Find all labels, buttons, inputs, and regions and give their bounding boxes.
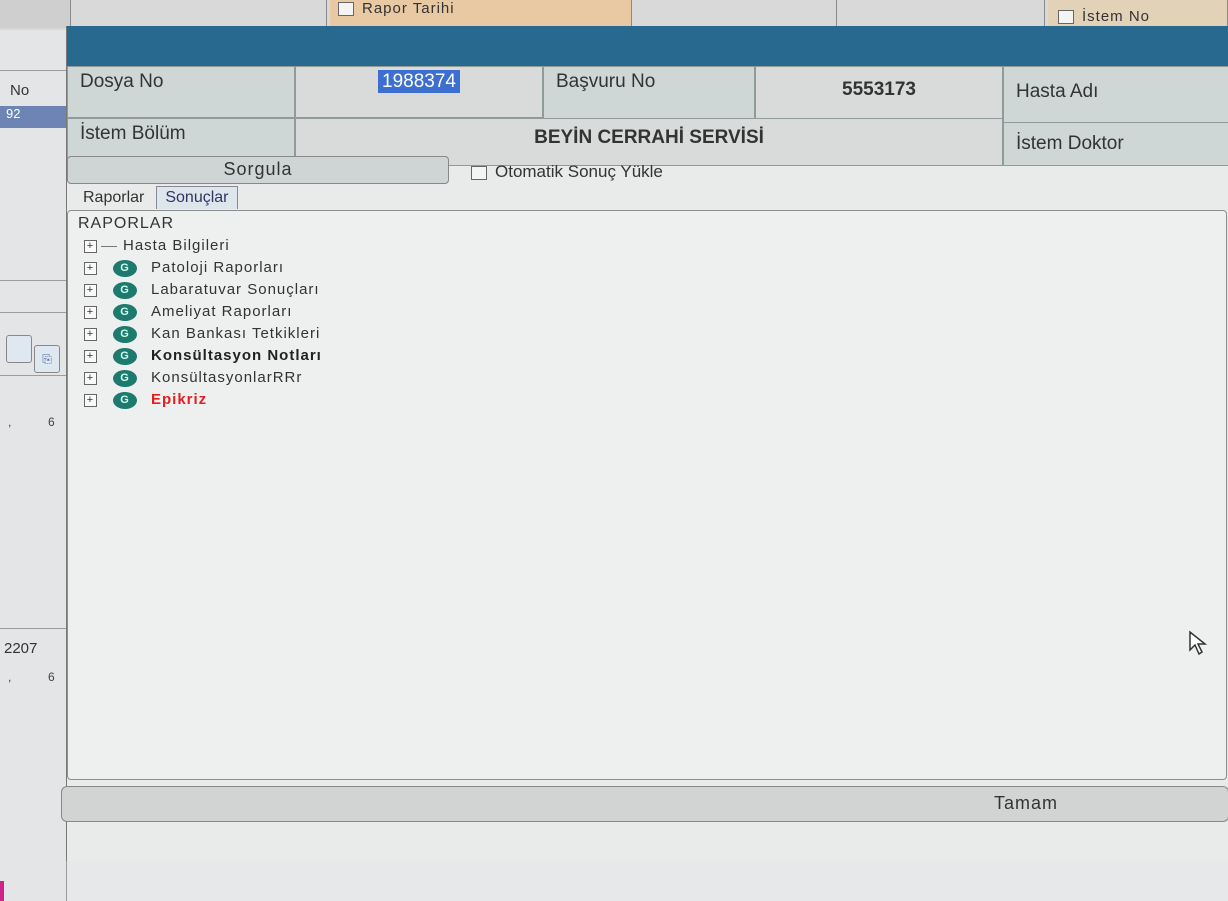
tick-value: 6 xyxy=(48,415,55,429)
left-toolbar: ⎘ xyxy=(6,335,62,373)
tree-root-label: RAPORLAR xyxy=(78,215,175,232)
divider xyxy=(0,628,66,629)
toolbar-button[interactable] xyxy=(6,335,32,363)
tamam-button[interactable]: Tamam xyxy=(994,793,1058,814)
report-dialog: Dosya No 1988374 Başvuru No 5553173 Hast… xyxy=(61,26,1228,861)
g-circle-icon: G xyxy=(113,303,137,321)
mouse-cursor-icon xyxy=(1189,630,1208,656)
tree-item-kan-bankasi[interactable]: + G Kan Bankası Tetkikleri xyxy=(84,325,320,345)
auto-load-label: Otomatik Sonuç Yükle xyxy=(495,162,663,181)
tick-value: 6 xyxy=(48,670,55,684)
dialog-footer: Tamam xyxy=(61,786,1228,822)
header-cell-rapor-tarihi[interactable]: Rapor Tarihi xyxy=(330,0,632,28)
expand-icon[interactable]: + xyxy=(84,349,97,363)
header-cell-blank xyxy=(636,0,837,28)
hasta-adi-label: Hasta Adı xyxy=(1003,66,1228,124)
expand-icon[interactable]: + xyxy=(84,327,97,341)
tree-item-konsultasyon-notlari[interactable]: + G Konsültasyon Notları xyxy=(84,347,322,367)
expand-icon[interactable]: + xyxy=(84,239,97,253)
tree-connector xyxy=(101,245,117,247)
copy-icon[interactable]: ⎘ xyxy=(34,345,60,373)
report-tree: RAPORLAR + Hasta Bilgileri + G Patoloji Rap… xyxy=(67,210,1227,780)
expand-icon[interactable]: + xyxy=(84,393,97,407)
background-left-column: No 92 ⎘ , 6 2207 , 6 xyxy=(0,30,67,901)
g-circle-icon: G xyxy=(113,281,137,299)
expand-icon[interactable]: + xyxy=(84,305,97,319)
divider xyxy=(0,70,66,71)
divider xyxy=(0,312,66,313)
g-circle-icon: G xyxy=(113,369,137,387)
tab-bar: Raporlar Sonuçlar xyxy=(75,186,242,212)
tree-item-konsultasyonlar[interactable]: + G KonsültasyonlarRRr xyxy=(84,369,302,389)
sorgula-button[interactable]: Sorgula xyxy=(67,156,449,184)
dialog-titlebar[interactable] xyxy=(67,26,1228,66)
dialog-toolbar: Sorgula Otomatik Sonuç Yükle xyxy=(67,156,1228,184)
dosya-no-selected-text: 1988374 xyxy=(378,70,460,93)
header-cell-blank xyxy=(0,0,71,28)
tab-raporlar[interactable]: Raporlar xyxy=(75,187,152,209)
g-circle-icon: G xyxy=(113,347,137,365)
column-header-no: No xyxy=(10,82,30,99)
g-circle-icon: G xyxy=(113,259,137,277)
tick-mark: , xyxy=(8,670,12,684)
expand-icon[interactable]: + xyxy=(84,283,97,297)
checkbox-icon[interactable] xyxy=(1058,10,1074,25)
checkbox-icon[interactable] xyxy=(338,2,354,17)
expand-icon[interactable]: + xyxy=(84,261,97,275)
dosya-no-label: Dosya No xyxy=(67,66,295,118)
checkbox-icon[interactable] xyxy=(471,165,487,180)
tree-item-patoloji[interactable]: + G Patoloji Raporları xyxy=(84,259,284,279)
tree-item-epikriz[interactable]: + G Epikriz xyxy=(84,391,207,411)
divider xyxy=(0,375,66,376)
auto-load-option[interactable]: Otomatik Sonuç Yükle xyxy=(471,162,663,182)
tree-item-labaratuvar[interactable]: + G Labaratuvar Sonuçları xyxy=(84,281,320,301)
divider xyxy=(0,280,66,281)
patient-info-table: Dosya No 1988374 Başvuru No 5553173 Hast… xyxy=(67,66,1228,169)
screen-edge-artifact xyxy=(0,881,4,901)
row-number: 2207 xyxy=(4,640,38,657)
tab-sonuclar[interactable]: Sonuçlar xyxy=(156,186,238,209)
table-row-selected[interactable]: 92 xyxy=(0,106,66,128)
header-cell-blank xyxy=(840,0,1045,28)
tree-item-ameliyat[interactable]: + G Ameliyat Raporları xyxy=(84,303,292,323)
basvuru-no-label: Başvuru No xyxy=(543,66,755,122)
basvuru-no-value: 5553173 xyxy=(755,66,1003,122)
tree-item-hasta-bilgileri[interactable]: + Hasta Bilgileri xyxy=(84,237,230,257)
header-cell-istem-no[interactable]: İstem No xyxy=(1048,0,1228,28)
g-circle-icon: G xyxy=(113,325,137,343)
header-cell-blank xyxy=(70,0,327,28)
dosya-no-value[interactable]: 1988374 xyxy=(295,66,543,118)
g-circle-icon: G xyxy=(113,391,137,409)
tick-mark: , xyxy=(8,415,12,429)
expand-icon[interactable]: + xyxy=(84,371,97,385)
